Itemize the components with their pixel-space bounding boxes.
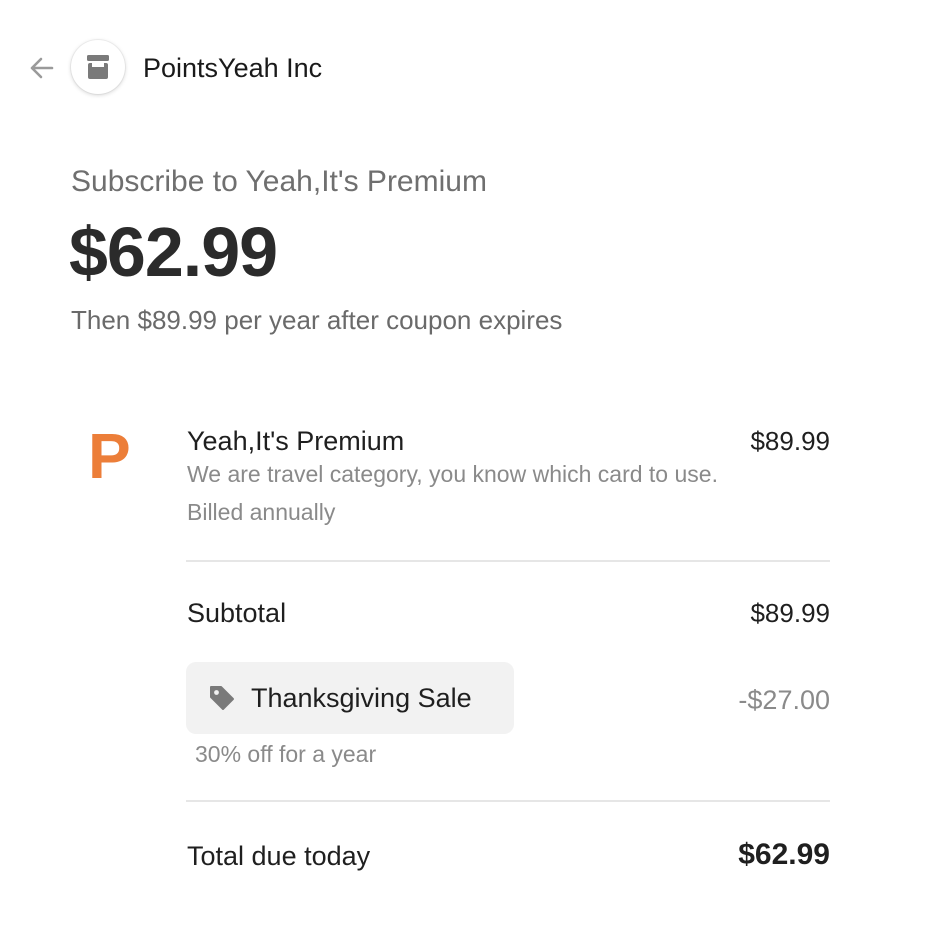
line-item-name: Yeah,It's Premium: [187, 426, 405, 456]
back-button[interactable]: [26, 52, 58, 84]
coupon-description: 30% off for a year: [195, 741, 377, 767]
subtotal-label: Subtotal: [187, 598, 287, 628]
total-amount-heading: $62.99: [69, 213, 278, 291]
discount-amount: -$27.00: [738, 685, 830, 715]
storefront-icon: [87, 55, 109, 79]
renewal-price-note: Then $89.99 per year after coupon expire…: [71, 305, 563, 335]
product-logo: P: [88, 420, 131, 492]
line-item-price: $89.99: [750, 426, 830, 456]
total-due-value: $62.99: [738, 838, 830, 871]
divider: [186, 560, 830, 562]
merchant-name: PointsYeah Inc: [143, 53, 323, 83]
line-item-billing-period: Billed annually: [187, 499, 336, 525]
tag-icon: [208, 684, 236, 712]
subtotal-value: $89.99: [750, 598, 830, 628]
line-item-description: We are travel category, you know which c…: [187, 461, 718, 487]
arrow-left-icon: [30, 57, 54, 79]
coupon-name[interactable]: Thanksgiving Sale: [251, 680, 472, 716]
total-due-label: Total due today: [187, 841, 371, 871]
merchant-avatar: [71, 40, 125, 94]
divider: [186, 800, 830, 802]
subscription-title: Subscribe to Yeah,It's Premium: [71, 165, 487, 198]
